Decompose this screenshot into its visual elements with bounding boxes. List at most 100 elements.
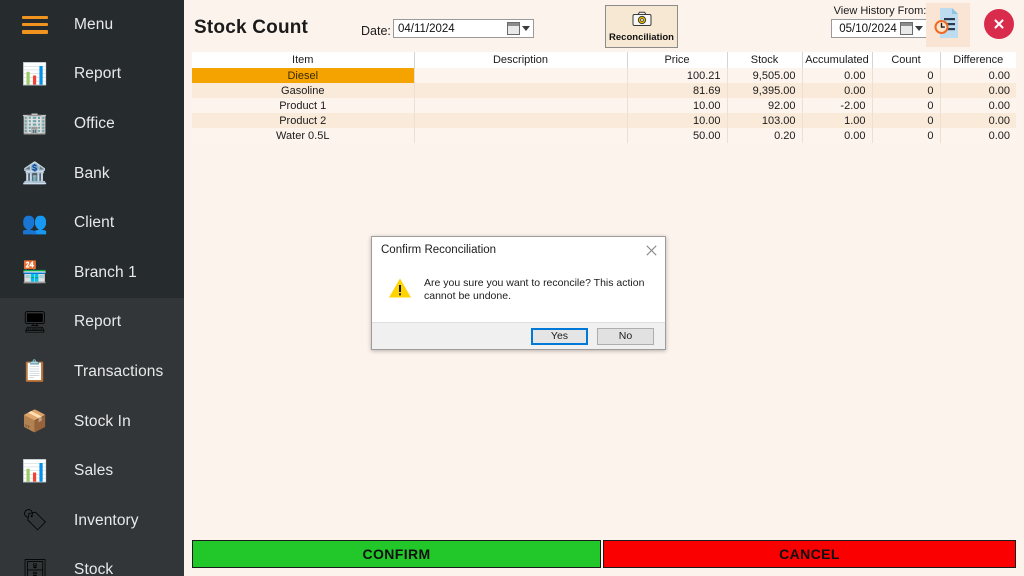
sidebar-item-label: Office <box>74 114 115 132</box>
column-header-stock[interactable]: Stock <box>727 52 803 68</box>
report-window-icon: 🖥 <box>21 310 49 334</box>
dialog-message: Are you sure you want to reconcile? This… <box>424 277 645 302</box>
cell-stock: 103.00 <box>727 113 803 128</box>
cell-difference: 0.00 <box>940 83 1016 98</box>
warning-triangle-icon <box>388 277 412 304</box>
column-header-difference[interactable]: Difference <box>940 52 1016 68</box>
sidebar-item-label: Report <box>74 313 122 331</box>
cell-description <box>414 113 628 128</box>
table-header-row: Item Description Price Stock Accumulated Coun… <box>192 52 1016 68</box>
dialog-yes-label: Yes <box>550 330 569 342</box>
cell-accumulated: 1.00 <box>802 113 873 128</box>
dialog-no-label: No <box>618 330 633 342</box>
sidebar-item-client[interactable]: 👥 Client <box>0 198 184 248</box>
dialog-no-button[interactable]: No <box>597 327 654 345</box>
column-header-price[interactable]: Price <box>627 52 728 68</box>
sidebar-item-label: Menu <box>74 15 114 33</box>
calendar-icon <box>507 22 520 35</box>
chevron-down-icon[interactable] <box>522 26 530 31</box>
cancel-button[interactable]: CANCEL <box>603 540 1016 568</box>
dialog-yes-button[interactable]: Yes <box>531 327 588 345</box>
cell-accumulated: -2.00 <box>802 98 873 113</box>
cell-stock: 0.20 <box>727 128 803 143</box>
history-date-value: 05/10/2024 <box>839 22 897 35</box>
store-branch-icon: 🏪 <box>21 261 49 285</box>
table-header: Item Description Price Stock Accumulated Coun… <box>192 52 1016 68</box>
cell-description <box>414 83 628 98</box>
calendar-icon <box>900 22 913 35</box>
confirm-button-label: CONFIRM <box>362 546 431 562</box>
confirm-reconciliation-dialog: Confirm Reconciliation Are you sure you … <box>371 236 666 350</box>
cell-accumulated: 0.00 <box>802 83 873 98</box>
cell-price: 10.00 <box>627 98 728 113</box>
sidebar-item-report[interactable]: 📊 Report <box>0 49 184 100</box>
sidebar-item-label: Transactions <box>74 362 164 380</box>
sidebar-item-branch-1[interactable]: 🏪 Branch 1 <box>0 247 184 298</box>
camera-gear-icon-svg <box>632 11 651 26</box>
cell-count: 0 <box>872 83 941 98</box>
sidebar-item-bank[interactable]: 🏦 Bank <box>0 148 184 199</box>
table-row[interactable]: Water 0.5L 50.00 0.20 0.00 0 0.00 <box>192 128 1016 143</box>
view-history-label: View History From: <box>833 5 927 17</box>
confirm-button[interactable]: CONFIRM <box>192 540 601 568</box>
cell-price: 10.00 <box>627 113 728 128</box>
clients-group-icon: 👥 <box>21 211 49 235</box>
table-row[interactable]: Product 1 10.00 92.00 -2.00 0 0.00 <box>192 98 1016 113</box>
sidebar-item-label: Sales <box>74 462 114 480</box>
document-clock-icon-svg <box>934 7 958 38</box>
sidebar-item-label: Branch 1 <box>74 263 137 281</box>
cell-difference: 0.00 <box>940 128 1016 143</box>
sidebar-item-label: Client <box>74 214 115 232</box>
cell-item: Water 0.5L <box>192 128 415 143</box>
table-row[interactable]: Diesel 100.21 9,505.00 0.00 0 0.00 <box>192 68 1016 83</box>
chevron-down-icon[interactable] <box>915 26 923 31</box>
sidebar-navigation: Menu 📊 Report 🏢 Office 🏦 Bank 👥 Client 🏪 Branch 1 🖥… <box>0 0 184 576</box>
cell-count: 0 <box>872 128 941 143</box>
table-body: Diesel 100.21 9,505.00 0.00 0 0.00 Gasoline 81.… <box>192 68 1016 143</box>
sidebar-item-office[interactable]: 🏢 Office <box>0 99 184 149</box>
sidebar-item-label: Stock In <box>74 412 131 430</box>
cell-item: Product 2 <box>192 113 415 128</box>
cell-difference: 0.00 <box>940 113 1016 128</box>
page-title: Stock Count <box>194 17 309 38</box>
sales-bar-chart-icon: 📊 <box>21 459 49 483</box>
sidebar-item-menu[interactable]: Menu <box>0 0 184 50</box>
history-button[interactable] <box>926 3 970 47</box>
dialog-body: Are you sure you want to reconcile? This… <box>372 263 665 323</box>
cell-count: 0 <box>872 68 941 83</box>
table-row[interactable]: Gasoline 81.69 9,395.00 0.00 0 0.00 <box>192 83 1016 98</box>
sidebar-item-report[interactable]: 🖥 Report <box>0 297 184 348</box>
date-input-value: 04/11/2024 <box>398 22 455 35</box>
sidebar-item-transactions[interactable]: 📋 Transactions <box>0 347 184 397</box>
camera-gear-icon <box>632 11 652 31</box>
sidebar-item-sales[interactable]: 📊 Sales <box>0 446 184 496</box>
dialog-close-button[interactable] <box>643 242 659 258</box>
sidebar-item-label: Report <box>74 65 122 83</box>
cell-price: 100.21 <box>627 68 728 83</box>
bank-icon: 🏦 <box>21 162 49 186</box>
table-row[interactable]: Product 2 10.00 103.00 1.00 0 0.00 <box>192 113 1016 128</box>
column-header-item[interactable]: Item <box>192 52 415 68</box>
cell-stock: 9,505.00 <box>727 68 803 83</box>
date-input[interactable]: 04/11/2024 <box>393 19 534 38</box>
sidebar-item-stock[interactable]: 🗄 Stock <box>0 545 184 576</box>
sidebar-item-inventory[interactable]: 🏷 Inventory <box>0 495 184 546</box>
dialog-titlebar: Confirm Reconciliation <box>372 237 665 263</box>
cell-stock: 92.00 <box>727 98 803 113</box>
date-label: Date: <box>361 24 391 38</box>
reconciliation-button-label: Reconciliation <box>609 31 674 43</box>
column-header-accumulated[interactable]: Accumulated <box>802 52 873 68</box>
reconciliation-button[interactable]: Reconciliation <box>605 5 678 48</box>
cell-price: 81.69 <box>627 83 728 98</box>
sidebar-item-stock-in[interactable]: 📦 Stock In <box>0 396 184 447</box>
history-date-input[interactable]: 05/10/2024 <box>831 19 927 38</box>
dialog-footer: Yes No <box>372 322 665 349</box>
column-header-description[interactable]: Description <box>414 52 628 68</box>
column-header-count[interactable]: Count <box>872 52 941 68</box>
close-circle-icon <box>991 16 1007 32</box>
transactions-icon: 📋 <box>21 360 49 384</box>
close-window-button[interactable] <box>984 9 1014 39</box>
cancel-button-label: CANCEL <box>779 546 840 562</box>
sidebar-item-label: Bank <box>74 164 110 182</box>
cell-item: Product 1 <box>192 98 415 113</box>
